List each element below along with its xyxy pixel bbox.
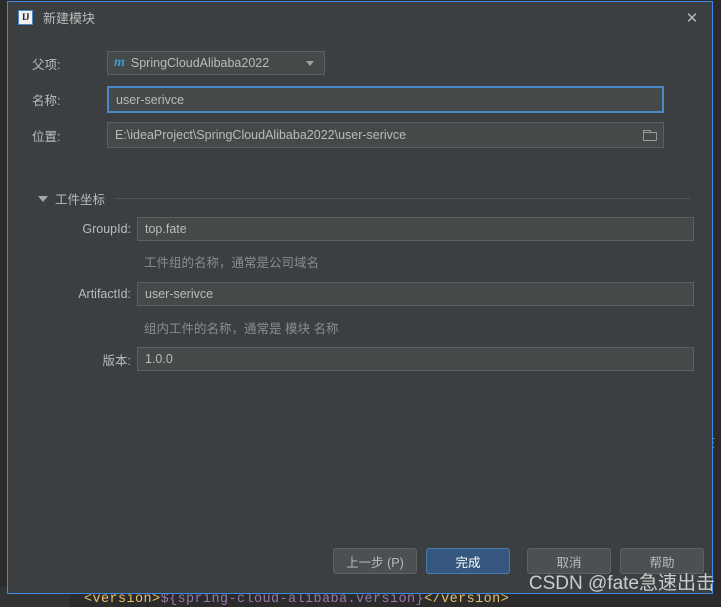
maven-module-icon: m <box>114 55 125 70</box>
chevron-down-icon <box>306 60 314 66</box>
finish-button[interactable]: 完成 <box>426 548 510 574</box>
version-label: 版本: <box>102 353 131 368</box>
parent-combobox[interactable]: m SpringCloudAlibaba2022 <box>107 51 325 75</box>
version-row: 版本: 1.0.0 <box>8 347 712 371</box>
previous-button[interactable]: 上一步 (P) <box>333 548 417 574</box>
new-module-dialog: IJ 新建模块 ✕ 父项: m SpringCloudAlibaba2022 名… <box>7 1 713 594</box>
code-open-tag: <version> <box>84 592 161 607</box>
version-input[interactable]: 1.0.0 <box>137 347 694 371</box>
artifactid-input[interactable]: user-serivce <box>137 282 694 306</box>
groupid-hint: 工件组的名称，通常是公司域名 <box>144 256 320 270</box>
location-input[interactable]: E:\ideaProject\SpringCloudAlibaba2022\us… <box>107 122 664 148</box>
name-label: 名称: <box>32 94 61 108</box>
dialog-body: 父项: m SpringCloudAlibaba2022 名称: user-se… <box>8 33 712 593</box>
artifactid-row: ArtifactId: user-serivce <box>8 282 712 306</box>
artifactid-label: ArtifactId: <box>78 287 131 301</box>
code-close-tag: </version> <box>424 592 510 607</box>
browse-folder-button[interactable] <box>636 124 662 146</box>
parent-label: 父项: <box>32 57 61 72</box>
editor-code-line: <version>${spring-cloud-alibaba.version}… <box>84 592 509 607</box>
dialog-title: 新建模块 <box>43 11 96 26</box>
artifact-coordinates-title: 工件坐标 <box>55 193 106 207</box>
intellij-idea-icon-text: IJ <box>21 12 30 22</box>
name-row: 名称: user-serivce <box>8 86 712 113</box>
dialog-footer: 上一步 (P) 完成 取消 帮助 <box>8 537 712 593</box>
name-input-value: user-serivce <box>116 92 185 107</box>
dialog-titlebar: IJ 新建模块 ✕ <box>8 2 712 33</box>
close-icon[interactable]: ✕ <box>682 8 702 28</box>
group-separator-line <box>115 198 690 199</box>
groupid-label: GroupId: <box>82 222 131 236</box>
location-input-value: E:\ideaProject\SpringCloudAlibaba2022\us… <box>115 128 407 142</box>
artifact-coordinates-group-header[interactable]: 工件坐标 <box>38 189 690 208</box>
location-label: 位置: <box>32 129 61 144</box>
cancel-button[interactable]: 取消 <box>527 548 611 574</box>
groupid-input-value: top.fate <box>145 222 187 236</box>
intellij-idea-icon: IJ <box>18 10 33 25</box>
name-input[interactable]: user-serivce <box>107 86 664 113</box>
code-property-ref: ${spring-cloud-alibaba.version} <box>160 592 425 607</box>
location-row: 位置: E:\ideaProject\SpringCloudAlibaba202… <box>8 122 712 148</box>
artifactid-input-value: user-serivce <box>145 287 214 301</box>
artifactid-hint: 组内工件的名称，通常是 模块 名称 <box>144 322 339 336</box>
parent-row: 父项: m SpringCloudAlibaba2022 <box>8 51 712 75</box>
groupid-input[interactable]: top.fate <box>137 217 694 241</box>
groupid-row: GroupId: top.fate <box>8 217 712 241</box>
version-input-value: 1.0.0 <box>145 352 173 366</box>
folder-icon <box>642 130 657 141</box>
parent-value: SpringCloudAlibaba2022 <box>130 56 270 70</box>
help-button[interactable]: 帮助 <box>620 548 704 574</box>
chevron-down-icon <box>38 195 48 202</box>
